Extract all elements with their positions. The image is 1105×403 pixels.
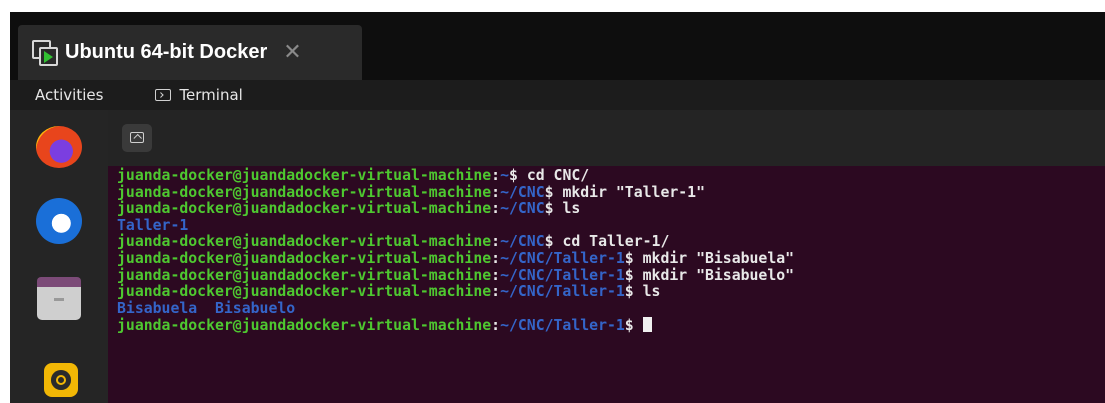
command-text: mkdir "Bisabuela"	[642, 249, 795, 267]
prompt-symbol: $	[624, 249, 643, 267]
prompt-user-host: juanda-docker@juandadocker-virtual-machi…	[117, 183, 492, 201]
prompt-separator: :	[491, 200, 501, 218]
terminal-prompt-line: juanda-docker@juandadocker-virtual-machi…	[117, 167, 1105, 185]
prompt-user-host: juanda-docker@juandadocker-virtual-machi…	[117, 167, 492, 184]
terminal-output-line: Bisabuela Bisabuelo	[117, 299, 1105, 318]
prompt-path: ~/CNC/Taller-1	[500, 266, 625, 284]
prompt-user-host: juanda-docker@juandadocker-virtual-machi…	[117, 233, 492, 251]
terminal-prompt-line: juanda-docker@juandadocker-virtual-machi…	[117, 183, 1105, 202]
prompt-separator: :	[491, 317, 501, 335]
command-text: cd CNC/	[526, 167, 590, 184]
terminal-prompt-line: juanda-docker@juandadocker-virtual-machi…	[117, 200, 1105, 218]
text-cursor	[642, 317, 652, 333]
dock-item-rhythmbox[interactable]	[24, 355, 94, 403]
terminal-prompt-line: juanda-docker@juandadocker-virtual-machi…	[117, 317, 1105, 334]
terminal-header-bar	[108, 110, 1105, 166]
new-tab-icon	[130, 132, 144, 143]
prompt-separator: :	[491, 167, 501, 184]
thunderbird-icon	[36, 198, 82, 244]
command-text: cd Taller-1/	[562, 233, 670, 251]
vm-tab-strip: Ubuntu 64-bit Docker ✕	[10, 12, 1105, 80]
prompt-path: ~/CNC	[500, 200, 545, 218]
new-tab-button[interactable]	[122, 124, 152, 152]
close-icon[interactable]: ✕	[283, 41, 301, 64]
prompt-user-host: juanda-docker@juandadocker-virtual-machi…	[117, 266, 492, 284]
prompt-user-host: juanda-docker@juandadocker-virtual-machi…	[117, 200, 492, 218]
terminal-prompt-line: juanda-docker@juandadocker-virtual-machi…	[117, 249, 1105, 268]
ubuntu-top-bar: Activities Terminal	[10, 80, 1105, 110]
terminal-prompt-line: juanda-docker@juandadocker-virtual-machi…	[117, 283, 1105, 301]
command-text: mkdir "Taller-1"	[562, 183, 705, 201]
vm-tab-title: Ubuntu 64-bit Docker	[65, 41, 268, 63]
terminal-window[interactable]: juanda-docker@juandadocker-virtual-machi…	[108, 110, 1105, 403]
dock-item-firefox[interactable]	[24, 114, 94, 174]
terminal-prompt-line: juanda-docker@juandadocker-virtual-machi…	[117, 266, 1105, 285]
command-text: mkdir "Bisabuelo"	[642, 266, 795, 284]
files-icon	[37, 277, 81, 320]
prompt-path: ~/CNC	[500, 233, 545, 251]
prompt-symbol: $	[509, 167, 527, 184]
prompt-symbol: $	[624, 317, 643, 335]
dock-item-thunderbird[interactable]	[24, 188, 94, 248]
prompt-symbol: $	[544, 200, 563, 218]
prompt-separator: :	[491, 183, 501, 201]
prompt-symbol: $	[544, 233, 563, 251]
command-output: Taller-1	[117, 216, 189, 234]
prompt-path: ~/CNC/Taller-1	[500, 283, 625, 301]
dock	[10, 110, 108, 403]
prompt-user-host: juanda-docker@juandadocker-virtual-machi…	[117, 317, 492, 335]
prompt-path: ~/CNC/Taller-1	[500, 317, 625, 335]
prompt-user-host: juanda-docker@juandadocker-virtual-machi…	[117, 283, 492, 301]
terminal-icon	[155, 89, 172, 101]
app-menu[interactable]: Terminal	[155, 86, 243, 104]
prompt-separator: :	[491, 249, 501, 267]
prompt-separator: :	[491, 266, 501, 284]
terminal-output-line: Taller-1	[117, 216, 1105, 235]
command-text: ls	[562, 200, 581, 218]
terminal-output[interactable]: juanda-docker@juandadocker-virtual-machi…	[117, 167, 1105, 334]
command-output: Bisabuela Bisabuelo	[117, 299, 296, 317]
firefox-icon	[36, 126, 82, 168]
prompt-symbol: $	[624, 266, 643, 284]
prompt-path: ~/CNC	[500, 183, 545, 201]
vm-tab[interactable]: Ubuntu 64-bit Docker ✕	[18, 25, 362, 80]
activities-button[interactable]: Activities	[35, 86, 103, 104]
prompt-path: ~/CNC/Taller-1	[500, 249, 625, 267]
vm-window: Ubuntu 64-bit Docker ✕ Activities Termin…	[10, 12, 1105, 403]
prompt-symbol: $	[544, 183, 563, 201]
prompt-separator: :	[491, 283, 501, 301]
prompt-user-host: juanda-docker@juandadocker-virtual-machi…	[117, 249, 492, 267]
vm-play-icon	[32, 39, 58, 66]
prompt-separator: :	[491, 233, 501, 251]
terminal-prompt-line: juanda-docker@juandadocker-virtual-machi…	[117, 234, 1105, 251]
prompt-path: ~	[500, 167, 509, 184]
command-text: ls	[642, 283, 661, 301]
prompt-symbol: $	[624, 283, 643, 301]
rhythmbox-icon	[44, 363, 78, 397]
dock-item-files[interactable]	[24, 268, 94, 328]
app-menu-label: Terminal	[179, 86, 243, 104]
